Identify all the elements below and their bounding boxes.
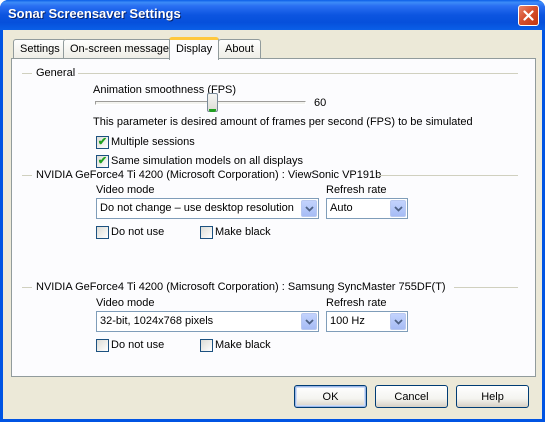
smoothness-description: This parameter is desired amount of fram… (93, 116, 473, 128)
tab-about[interactable]: About (218, 39, 261, 59)
display-1-video-mode-select[interactable]: Do not change – use desktop resolution (96, 198, 319, 219)
same-models-label[interactable]: Same simulation models on all displays (111, 155, 303, 167)
smoothness-value: 60 (314, 97, 327, 109)
display-2-refresh-value: 100 Hz (330, 315, 365, 327)
check-icon: ✔ (97, 136, 108, 148)
cancel-button[interactable]: Cancel (375, 385, 448, 408)
display-1-separator-right (377, 175, 518, 176)
chevron-down-icon[interactable] (301, 200, 317, 217)
multiple-sessions-label[interactable]: Multiple sessions (111, 136, 195, 148)
display-2-separator-right (454, 287, 518, 288)
ok-button[interactable]: OK (294, 385, 367, 408)
cancel-button-label: Cancel (394, 390, 429, 403)
tab-display[interactable]: Display (169, 37, 220, 60)
display-2-do-not-use-label[interactable]: Do not use (111, 339, 164, 351)
display-1-separator-left (22, 175, 32, 176)
display-2-refresh-label: Refresh rate (326, 297, 387, 309)
display-1-refresh-select[interactable]: Auto (326, 198, 408, 219)
display-2-video-mode-value: 32-bit, 1024x768 pixels (100, 315, 214, 327)
display-2-separator-left (22, 287, 32, 288)
display-1-video-mode-label: Video mode (96, 184, 155, 196)
display-2-make-black-label[interactable]: Make black (215, 339, 271, 351)
display-1-heading: NVIDIA GeForce4 Ti 4200 (Microsoft Corpo… (36, 169, 382, 181)
chevron-down-icon[interactable] (390, 313, 406, 330)
display-2-refresh-select[interactable]: 100 Hz (326, 311, 408, 332)
check-icon: ✔ (97, 155, 108, 167)
close-button[interactable] (518, 5, 539, 26)
same-models-checkbox[interactable]: ✔ (96, 155, 109, 168)
window-title: Sonar Screensaver Settings (8, 6, 181, 21)
display-2-make-black-checkbox[interactable] (200, 339, 213, 352)
display-1-video-mode-value: Do not change – use desktop resolution (100, 202, 294, 214)
title-bar[interactable]: Sonar Screensaver Settings (0, 0, 545, 30)
display-1-make-black-checkbox[interactable] (200, 226, 213, 239)
smoothness-slider-track[interactable] (95, 101, 306, 105)
chevron-down-icon[interactable] (390, 200, 406, 217)
display-2-do-not-use-checkbox[interactable] (96, 339, 109, 352)
tab-settings[interactable]: Settings (13, 39, 67, 59)
dialog-client-area: Settings On-screen message Display About… (3, 30, 542, 419)
display-2-heading: NVIDIA GeForce4 Ti 4200 (Microsoft Corpo… (36, 281, 446, 293)
close-icon (523, 10, 534, 21)
tab-display-label: Display (176, 43, 213, 55)
display-2-video-mode-label: Video mode (96, 297, 155, 309)
multiple-sessions-checkbox[interactable]: ✔ (96, 136, 109, 149)
tab-on-screen-message-label: On-screen message (70, 43, 170, 55)
smoothness-slider-thumb[interactable] (207, 93, 218, 112)
help-button[interactable]: Help (456, 385, 529, 408)
settings-window: Sonar Screensaver Settings Settings On-s… (0, 0, 545, 422)
display-1-refresh-value: Auto (330, 202, 353, 214)
display-1-do-not-use-label[interactable]: Do not use (111, 226, 164, 238)
display-2-video-mode-select[interactable]: 32-bit, 1024x768 pixels (96, 311, 319, 332)
chevron-down-icon[interactable] (301, 313, 317, 330)
display-1-do-not-use-checkbox[interactable] (96, 226, 109, 239)
display-1-refresh-label: Refresh rate (326, 184, 387, 196)
display-1-make-black-label[interactable]: Make black (215, 226, 271, 238)
ok-button-label: OK (322, 390, 339, 403)
tab-settings-label: Settings (20, 43, 60, 55)
general-separator-right (78, 73, 518, 74)
help-button-label: Help (481, 390, 504, 403)
general-separator-left (22, 73, 32, 74)
display-tab-panel: General Animation smoothness (FPS) 60 Th… (11, 58, 536, 377)
tab-on-screen-message[interactable]: On-screen message (63, 39, 177, 59)
tab-about-label: About (225, 43, 254, 55)
general-heading: General (36, 67, 76, 79)
